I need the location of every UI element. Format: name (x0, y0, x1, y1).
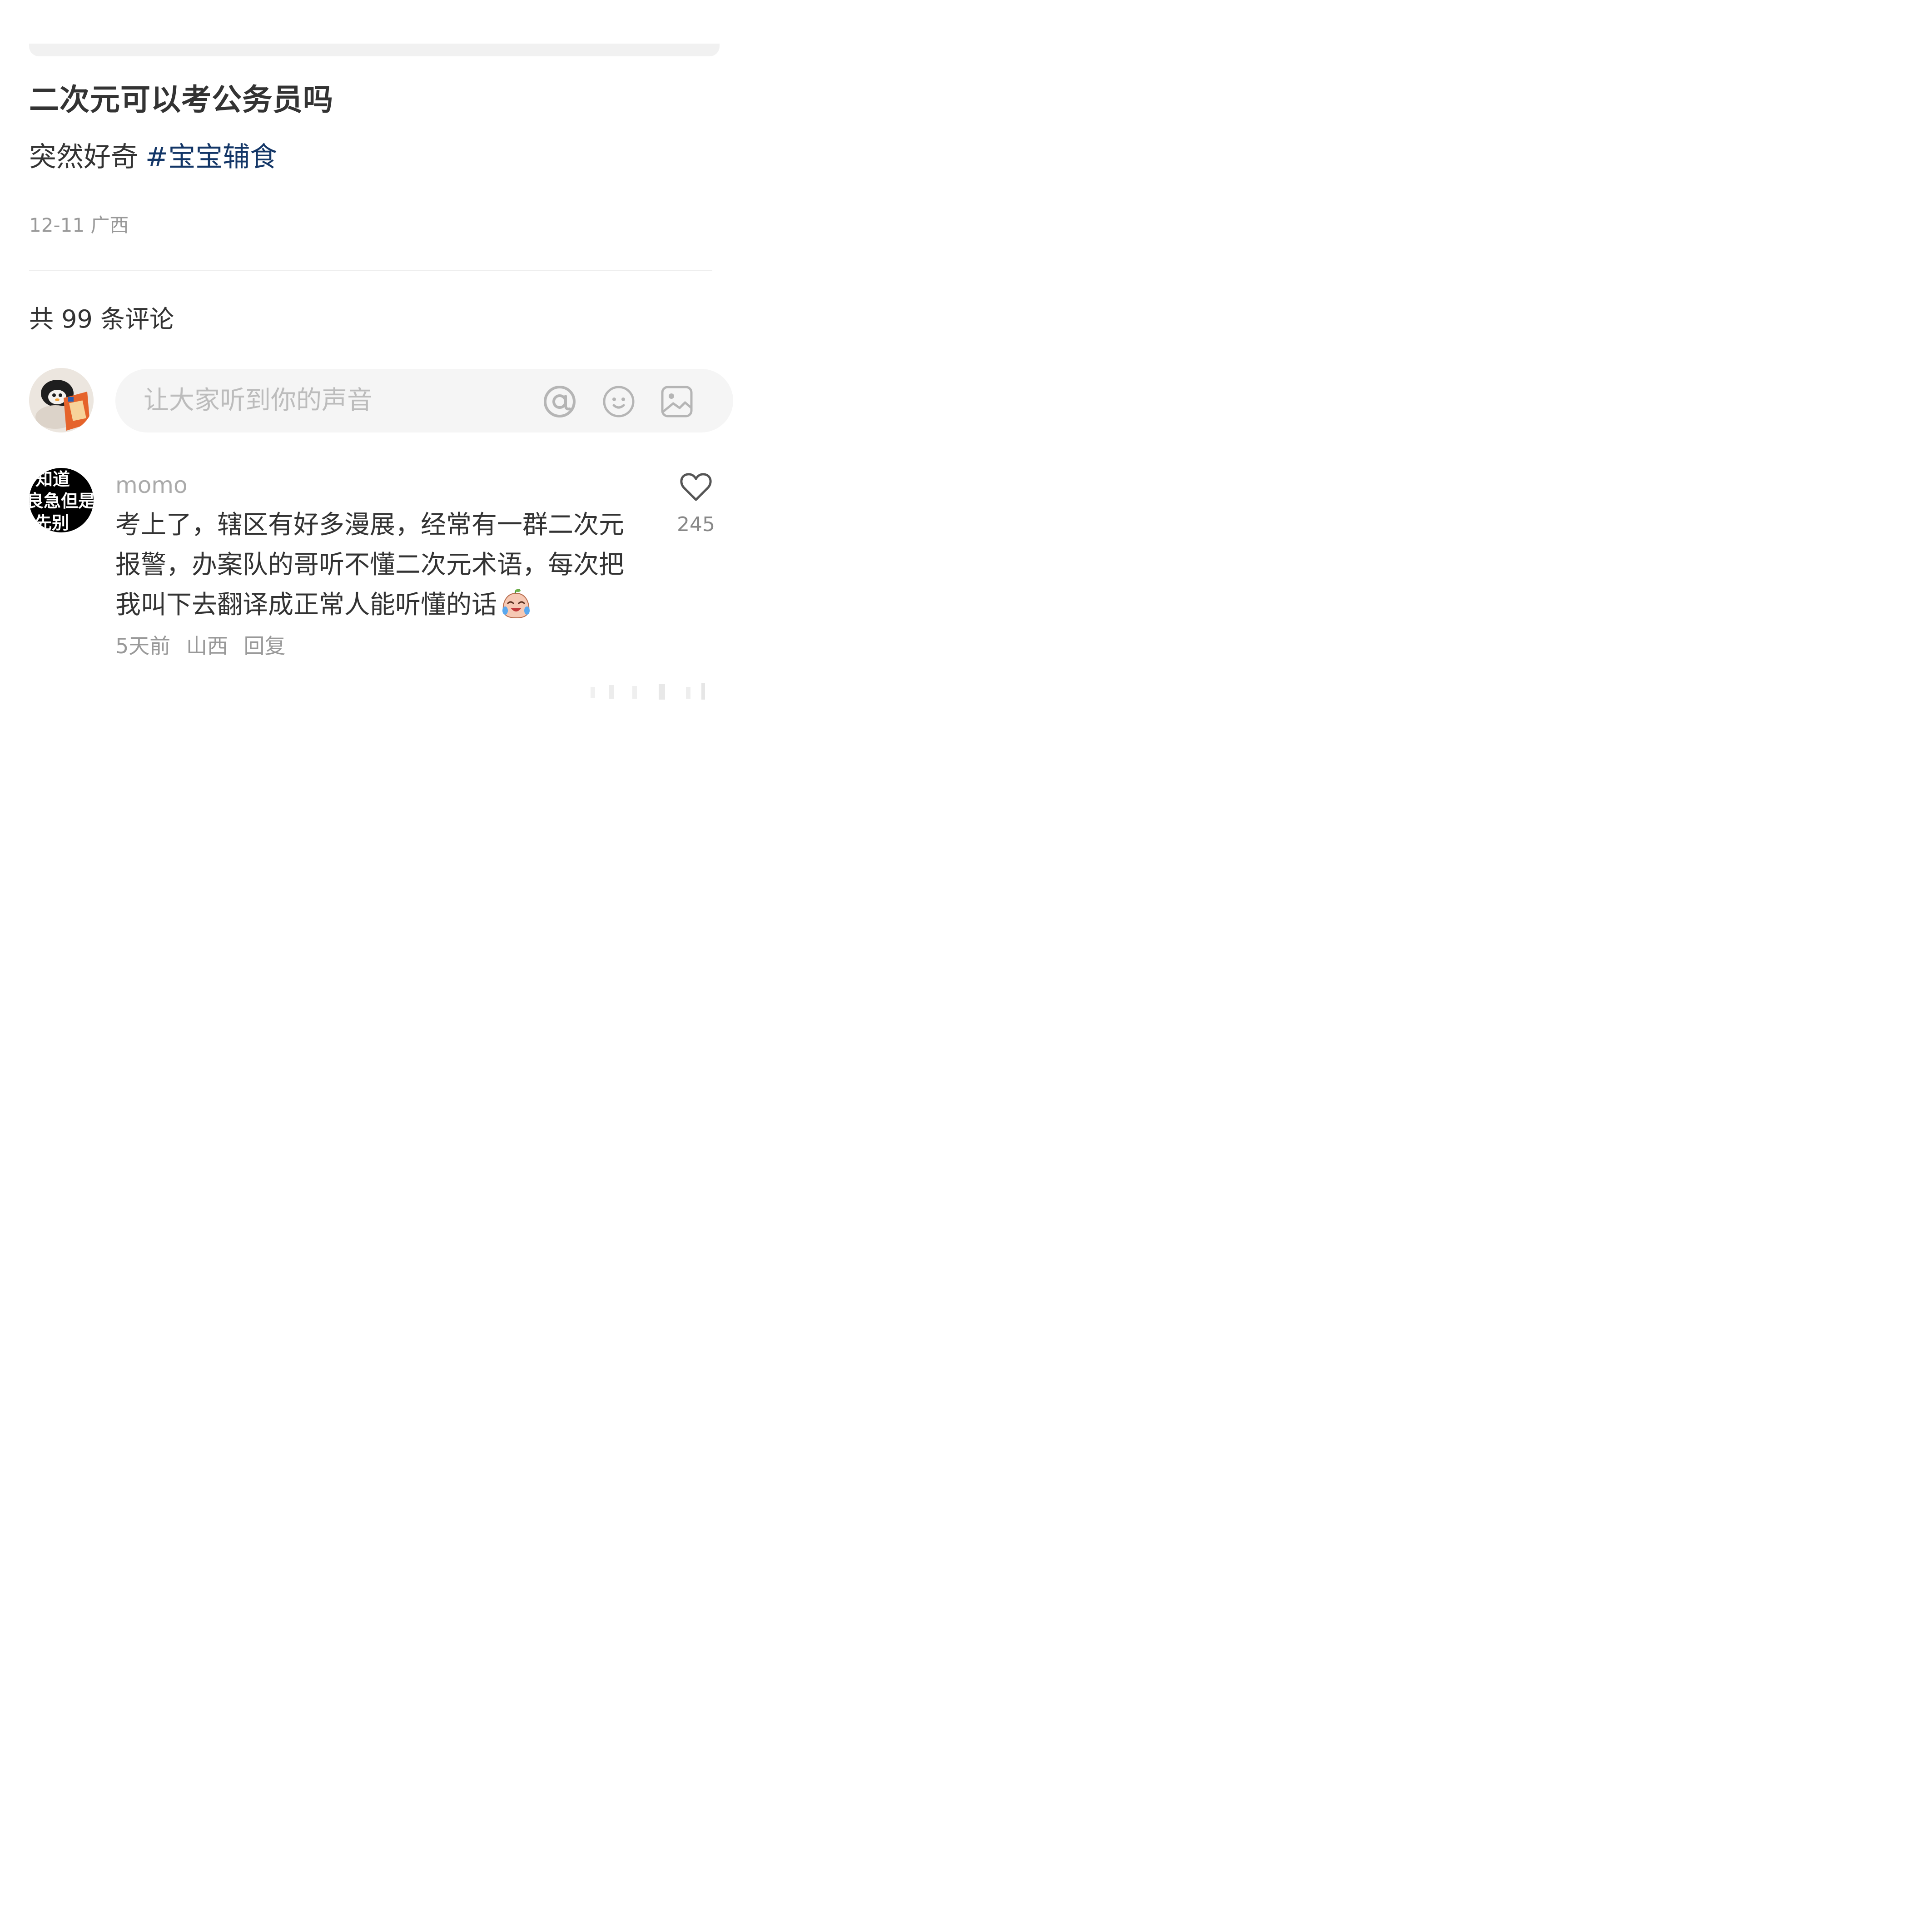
comment-line-3-wrap: 我叫下去翻译成正常人能听懂的话 (115, 585, 633, 625)
emoji-icon[interactable] (601, 384, 636, 419)
post-body-text: 突然好奇 (29, 141, 138, 173)
at-icon[interactable] (542, 384, 577, 419)
post-date: 12-11 (29, 214, 85, 236)
post-location: 广西 (90, 214, 129, 236)
my-avatar[interactable] (29, 368, 94, 432)
reply-button[interactable]: 回复 (244, 634, 286, 658)
top-bar-edge (29, 44, 720, 56)
heart-like-icon[interactable] (680, 471, 712, 502)
comment-line-2: 报警，办案队的哥听不懂二次元术语，每次把 (115, 550, 624, 580)
comment-time: 5天前 (115, 634, 171, 658)
avatar-text-2: 良急但是 (29, 491, 94, 511)
crying-laughing-emoji-icon (502, 589, 530, 618)
commenter-name[interactable]: momo (115, 472, 188, 499)
comment-count: 共 99 条评论 (29, 305, 174, 333)
penguin-avatar-icon (29, 368, 94, 432)
comment-text: 考上了，辖区有好多漫展，经常有一群二次元 报警，办案队的哥听不懂二次元术语，每次… (115, 505, 633, 625)
comment-input[interactable]: 让大家听到你的声音 (115, 369, 733, 432)
like-count: 245 (677, 513, 715, 536)
watermark-mark (591, 683, 705, 700)
comment-input-placeholder: 让大家听到你的声音 (144, 386, 372, 415)
avatar-text-1: 知道 (35, 469, 70, 489)
section-divider (29, 270, 712, 271)
post-body: 突然好奇 #宝宝辅食 (29, 140, 277, 174)
comment-location: 山西 (186, 634, 228, 658)
comment-line-1: 考上了，辖区有好多漫展，经常有一群二次元 (115, 510, 624, 540)
avatar-text-3: 先别 (35, 513, 70, 532)
comment-line-3: 我叫下去翻译成正常人能听懂的话 (115, 590, 497, 620)
commenter-avatar[interactable]: 知道 良急但是 先别 (29, 468, 94, 532)
post-meta: 12-11 广西 (29, 214, 129, 237)
hashtag-link[interactable]: #宝宝辅食 (145, 141, 277, 173)
comment-meta: 5天前 山西 回复 (115, 633, 295, 659)
image-icon[interactable] (660, 384, 694, 419)
post-title: 二次元可以考公务员吗 (29, 82, 333, 117)
